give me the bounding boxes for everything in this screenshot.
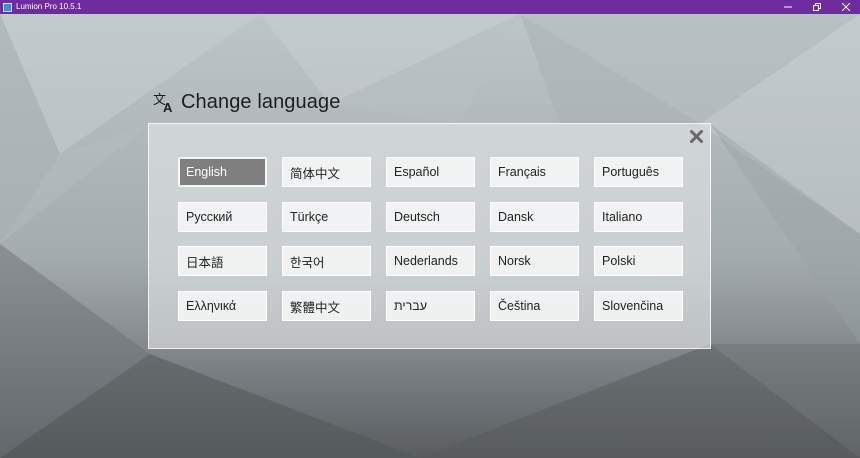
window-title: Lumion Pro 10.5.1 (16, 2, 82, 11)
language-button-norwegian[interactable]: Norsk (490, 246, 579, 276)
language-button-english[interactable]: English (178, 157, 267, 187)
title-bar: Lumion Pro 10.5.1 (0, 0, 860, 14)
language-button-japanese[interactable]: 日本語 (178, 246, 267, 276)
language-panel: English 简体中文 Español Français Português … (148, 123, 711, 349)
window-controls (773, 0, 860, 14)
language-button-czech[interactable]: Čeština (490, 291, 579, 321)
language-button-simplified-chinese[interactable]: 简体中文 (282, 157, 371, 187)
svg-text:A: A (163, 100, 173, 114)
language-button-german[interactable]: Deutsch (386, 202, 475, 232)
language-button-russian[interactable]: Русский (178, 202, 267, 232)
language-button-portuguese[interactable]: Português (594, 157, 683, 187)
minimize-icon[interactable] (773, 0, 802, 14)
language-button-french[interactable]: Français (490, 157, 579, 187)
app-icon (3, 2, 12, 12)
translate-icon: 文 A (153, 93, 173, 114)
language-button-slovenian[interactable]: Slovenčina (594, 291, 683, 321)
language-button-hebrew[interactable]: עברית (386, 291, 475, 321)
language-button-greek[interactable]: Ελληνικά (178, 291, 267, 321)
close-window-icon[interactable] (831, 0, 860, 14)
page-title: Change language (181, 90, 341, 113)
restore-icon[interactable] (802, 0, 831, 14)
language-button-italian[interactable]: Italiano (594, 202, 683, 232)
language-button-dutch[interactable]: Nederlands (386, 246, 475, 276)
language-button-korean[interactable]: 한국어 (282, 246, 371, 276)
language-button-polish[interactable]: Polski (594, 246, 683, 276)
change-language-heading: 文 A Change language (153, 90, 341, 115)
language-button-spanish[interactable]: Español (386, 157, 475, 187)
language-button-danish[interactable]: Dansk (490, 202, 579, 232)
language-button-traditional-chinese[interactable]: 繁體中文 (282, 291, 371, 321)
language-button-turkish[interactable]: Türkçe (282, 202, 371, 232)
close-icon[interactable] (688, 128, 704, 144)
